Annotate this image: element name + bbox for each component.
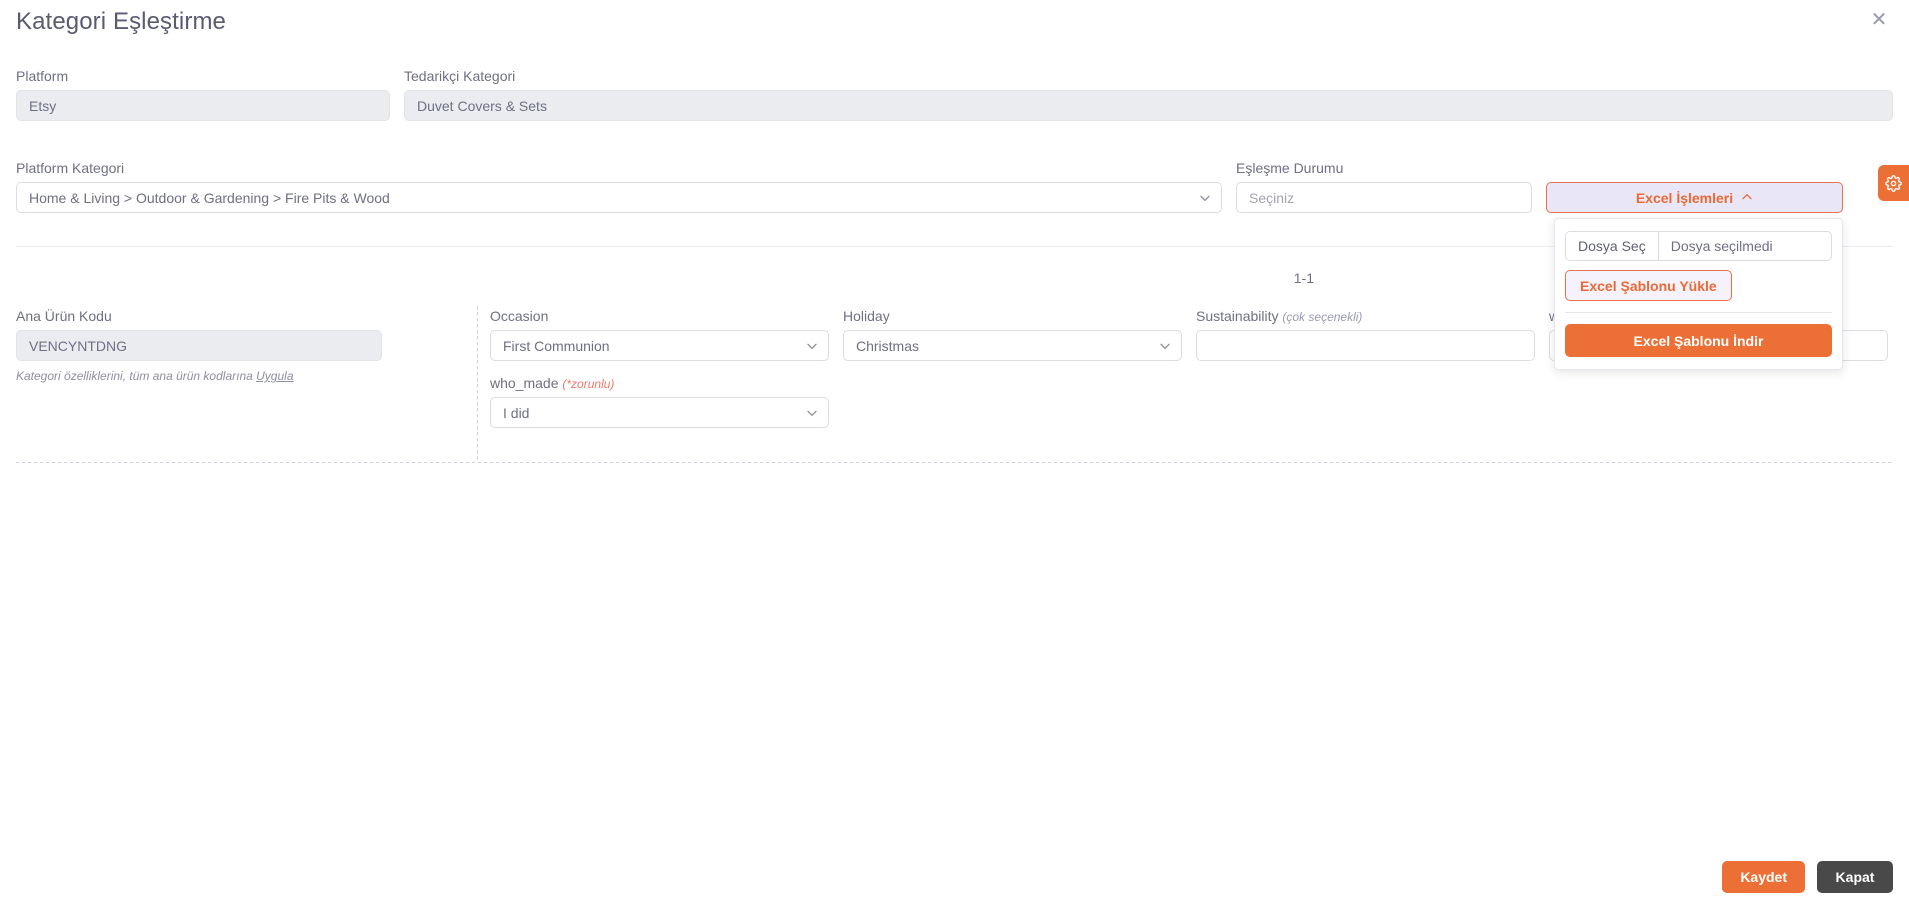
supplier-category-field: Tedarikçi Kategori Duvet Covers & Sets [404,68,1893,121]
attribute-select[interactable]: First Communion [490,330,829,361]
apply-link[interactable]: Uygula [256,369,293,383]
footer-actions: Kaydet Kapat [1722,861,1893,893]
panel-divider [1565,312,1832,313]
bottom-divider [16,462,1893,463]
attribute-holiday: Holiday Christmas [843,308,1182,361]
attribute-value: I did [503,404,530,421]
page-title: Kategori Eşleştirme [16,8,226,35]
top-fields-row: Platform Etsy Tedarikçi Kategori Duvet C… [16,68,1893,121]
second-fields-row: Platform Kategori Home & Living > Outdoo… [16,160,1893,370]
attribute-select[interactable]: I did [490,397,829,428]
supplier-category-label: Tedarikçi Kategori [404,68,516,84]
platform-label: Platform [16,68,69,84]
match-status-field: Eşleşme Durumu Seçiniz [1236,160,1532,213]
chevron-up-icon [1741,190,1753,206]
main-product-code-input: VENCYNTDNG [16,330,382,361]
excel-operations-container: Excel İşlemleri Dosya Seç Dosya seçilmed… [1546,182,1843,370]
attribute-who-made: who_made (*zorunlu) I did [490,375,829,428]
attribute-value: Christmas [856,337,920,354]
file-input-row[interactable]: Dosya Seç Dosya seçilmedi [1565,231,1832,261]
attribute-hint: (çok seçenekli) [1282,310,1363,324]
apply-help-text: Kategori özelliklerini, tüm ana ürün kod… [16,369,257,383]
chevron-down-icon [1199,192,1211,204]
excel-operations-label: Excel İşlemleri [1635,189,1734,206]
file-select-button[interactable]: Dosya Seç [1566,232,1659,260]
platform-input: Etsy [16,90,390,121]
platform-category-select[interactable]: Home & Living > Outdoor & Gardening > Fi… [16,182,1222,213]
platform-field: Platform Etsy [16,68,390,121]
attribute-label: Occasion [490,308,829,324]
apply-to-all-help: Kategori özelliklerini, tüm ana ürün kod… [16,369,466,383]
upload-excel-template-button[interactable]: Excel Şablonu Yükle [1565,270,1732,301]
attribute-value: First Communion [503,337,610,354]
supplier-category-input: Duvet Covers & Sets [404,90,1893,121]
attribute-label: Sustainability (çok seçenekli) [1196,308,1535,324]
platform-category-field: Platform Kategori Home & Living > Outdoo… [16,160,1222,213]
cancel-button[interactable]: Kapat [1817,861,1893,893]
excel-operations-panel: Dosya Seç Dosya seçilmedi Excel Şablonu … [1554,218,1843,370]
attribute-label-text: Sustainability [1196,308,1279,324]
close-icon[interactable]: ✕ [1865,6,1893,34]
match-status-select[interactable]: Seçiniz [1236,182,1532,213]
attribute-label-text: Holiday [843,308,890,324]
attribute-row: who_made (*zorunlu) I did [490,375,1890,428]
attribute-occasion: Occasion First Communion [490,308,829,361]
attribute-label-text: Occasion [490,308,549,324]
download-excel-template-button[interactable]: Excel Şablonu İndir [1565,324,1832,357]
category-mapping-modal: Kategori Eşleştirme ✕ Platform Etsy Teda… [0,0,1909,913]
main-product-code-label: Ana Ürün Kodu [16,308,112,324]
attribute-label: who_made (*zorunlu) [490,375,829,391]
match-status-label: Eşleşme Durumu [1236,160,1344,176]
chevron-down-icon [806,407,818,419]
save-button[interactable]: Kaydet [1722,861,1805,893]
attribute-label: Holiday [843,308,1182,324]
chevron-down-icon [1159,340,1171,352]
file-name-text: Dosya seçilmedi [1670,238,1773,254]
platform-category-value: Home & Living > Outdoor & Gardening > Fi… [29,189,390,206]
platform-category-label: Platform Kategori [16,160,125,176]
attribute-select[interactable]: Christmas [843,330,1182,361]
required-marker: (*zorunlu) [562,377,615,391]
attribute-input[interactable] [1196,330,1535,361]
pagination-range: 1-1 [1293,270,1314,286]
chevron-down-icon [806,340,818,352]
attribute-label-text: who_made [490,375,559,391]
vertical-separator [477,306,478,462]
main-product-code-field: Ana Ürün Kodu VENCYNTDNG Kategori özelli… [16,308,466,383]
excel-operations-button[interactable]: Excel İşlemleri [1546,182,1843,213]
gear-icon[interactable] [1878,165,1909,201]
attribute-sustainability: Sustainability (çok seçenekli) [1196,308,1535,361]
